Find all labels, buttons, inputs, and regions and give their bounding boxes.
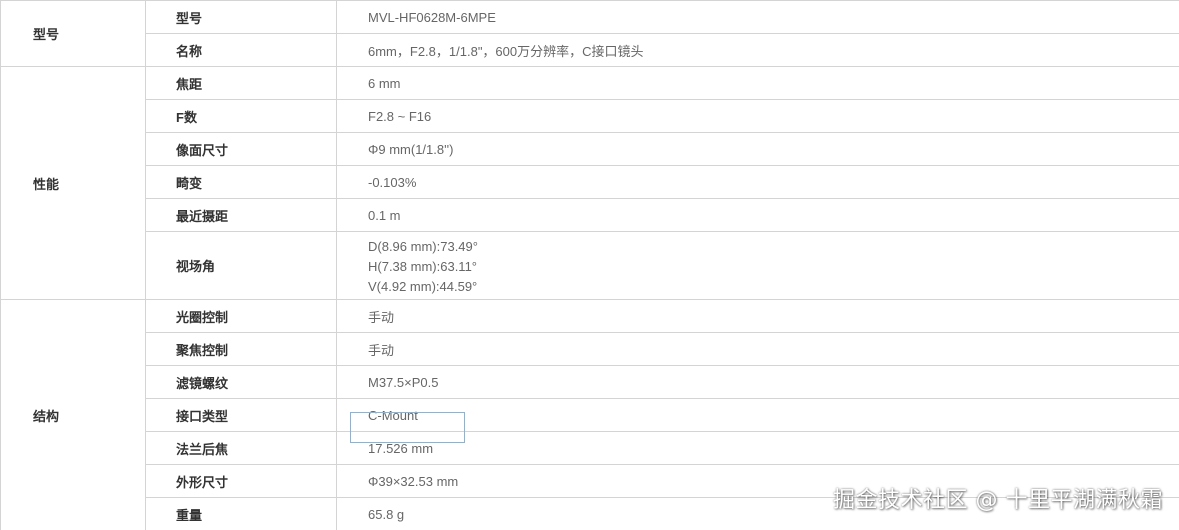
table-row: 视场角 D(8.96 mm):73.49° H(7.38 mm):63.11° …: [1, 231, 1179, 300]
param-value: 0.1 m: [336, 198, 1179, 232]
param-value: 手动: [336, 299, 1179, 333]
param-value: -0.103%: [336, 165, 1179, 199]
table-row: 接口类型 C-Mount: [1, 398, 1179, 432]
group-label-model: 型号: [0, 0, 146, 67]
param-value: 6 mm: [336, 66, 1179, 100]
table-row: 最近摄距 0.1 m: [1, 198, 1179, 232]
param-label: 畸变: [145, 165, 337, 199]
fov-diagonal: D(8.96 mm):73.49°: [368, 238, 478, 254]
param-value: 手动: [336, 332, 1179, 366]
table-row: F数 F2.8 ~ F16: [1, 99, 1179, 133]
table-row: 性能 焦距 6 mm: [0, 66, 1179, 300]
param-value-multiline: D(8.96 mm):73.49° H(7.38 mm):63.11° V(4.…: [336, 231, 1179, 300]
param-label: 滤镜螺纹: [145, 365, 337, 399]
param-label: 法兰后焦: [145, 431, 337, 465]
watermark: 掘金技术社区 @ 十里平湖满秋霜: [833, 488, 1163, 513]
fov-horizontal: H(7.38 mm):63.11°: [368, 258, 477, 274]
param-label: 最近摄距: [145, 198, 337, 232]
table-row: 畸变 -0.103%: [1, 165, 1179, 199]
table-row: 法兰后焦 17.526 mm: [1, 431, 1179, 465]
param-value: Φ9 mm(1/1.8''): [336, 132, 1179, 166]
param-value: 17.526 mm: [336, 431, 1179, 465]
param-label: 聚焦控制: [145, 332, 337, 366]
group-label-performance: 性能: [0, 66, 146, 300]
param-label: 视场角: [145, 231, 337, 300]
table-row: 名称 6mm，F2.8，1/1.8"，600万分辨率，C接口镜头: [1, 33, 1179, 67]
table-row: 聚焦控制 手动: [1, 332, 1179, 366]
param-value: F2.8 ~ F16: [336, 99, 1179, 133]
param-label: 光圈控制: [145, 299, 337, 333]
table-row: 型号 型号 MVL-HF0628M-6MPE: [0, 0, 1179, 67]
spec-table: 型号 型号 MVL-HF0628M-6MPE 名称 6mm，F2.8，1/1.8…: [0, 0, 1179, 530]
param-value: M37.5×P0.5: [336, 365, 1179, 399]
fov-vertical: V(4.92 mm):44.59°: [368, 278, 478, 294]
param-label: 像面尺寸: [145, 132, 337, 166]
param-label: 重量: [145, 497, 337, 530]
param-label: 焦距: [145, 66, 337, 100]
param-value: MVL-HF0628M-6MPE: [336, 0, 1179, 34]
param-label: F数: [145, 99, 337, 133]
param-label: 外形尺寸: [145, 464, 337, 498]
param-value: C-Mount: [336, 398, 1179, 432]
table-row: 结构 光圈控制 手动: [0, 299, 1179, 530]
param-label: 接口类型: [145, 398, 337, 432]
param-label: 名称: [145, 33, 337, 67]
param-label: 型号: [145, 0, 337, 34]
table-row: 滤镜螺纹 M37.5×P0.5: [1, 365, 1179, 399]
param-value: 6mm，F2.8，1/1.8"，600万分辨率，C接口镜头: [336, 33, 1179, 67]
table-row: 像面尺寸 Φ9 mm(1/1.8''): [1, 132, 1179, 166]
group-label-structure: 结构: [0, 299, 146, 530]
